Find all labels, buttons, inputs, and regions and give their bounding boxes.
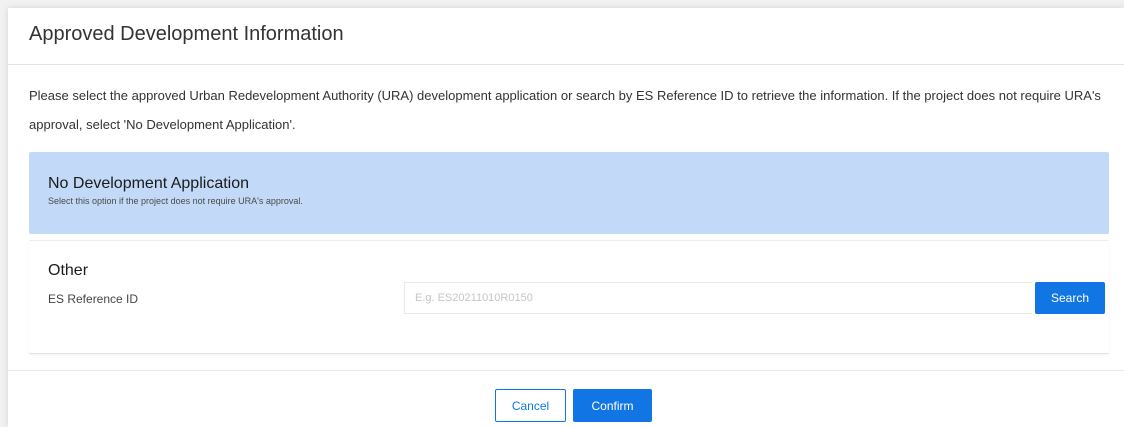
no-development-option-subtitle: Select this option if the project does n… [48,196,303,206]
dialog-description: Please select the approved Urban Redevel… [29,88,1101,132]
no-development-option-title: No Development Application [48,175,250,192]
other-option[interactable]: Other ES Reference ID Search [29,240,1109,354]
search-button[interactable]: Search [1035,282,1105,314]
footer-divider [8,370,1124,371]
approved-development-dialog: Approved Development Information Please … [8,8,1124,427]
other-option-title: Other [48,262,89,279]
no-development-application-option[interactable]: No Development Application Select this o… [29,152,1109,234]
cancel-button[interactable]: Cancel [495,389,566,422]
confirm-button[interactable]: Confirm [573,389,652,422]
dialog-title: Approved Development Information [29,23,344,45]
dialog-header: Approved Development Information [8,8,1124,65]
es-reference-id-input[interactable] [404,282,1032,314]
es-reference-id-label: ES Reference ID [48,292,139,306]
